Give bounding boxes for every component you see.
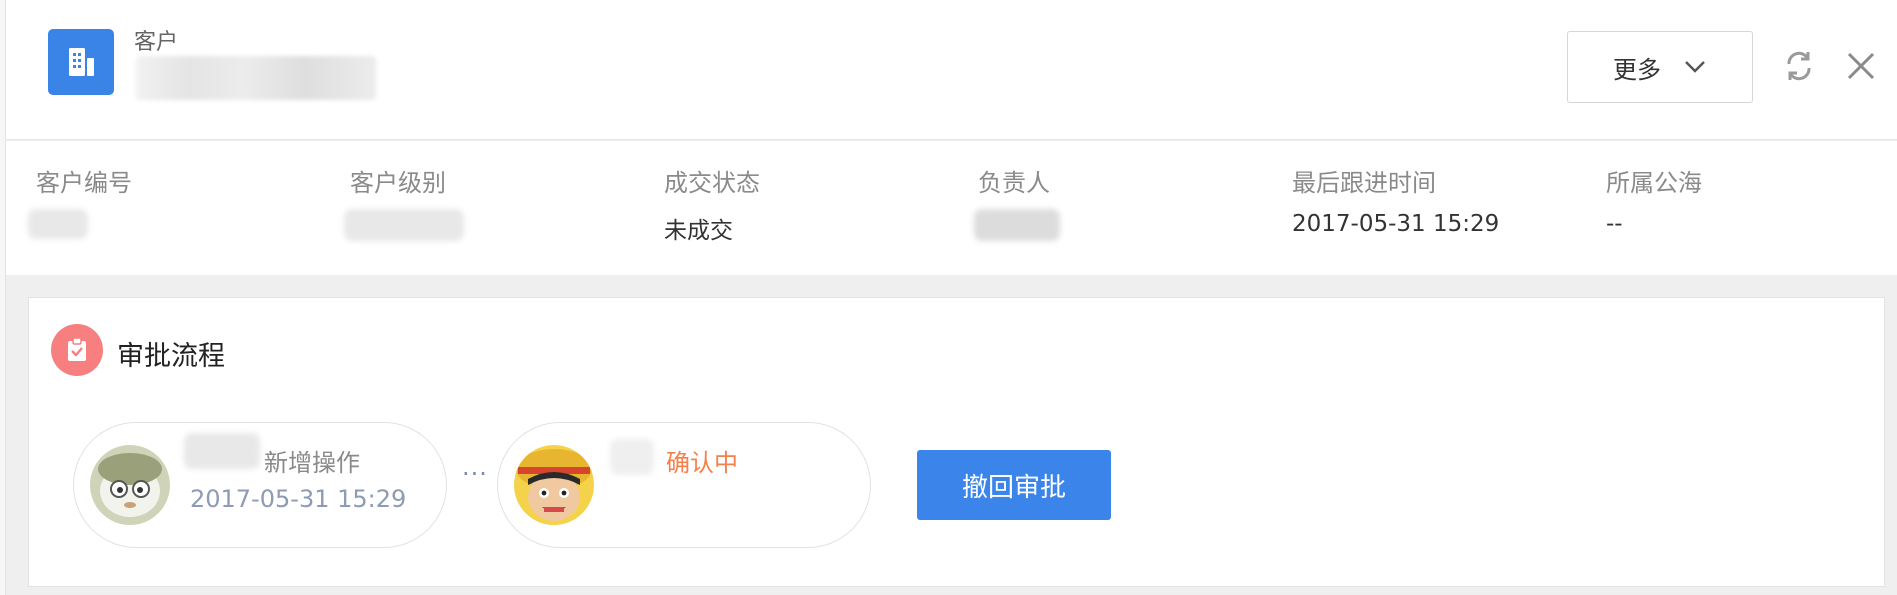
step-action: 新增操作 xyxy=(264,449,360,477)
info-label: 最后跟进时间 xyxy=(1292,169,1436,197)
info-value: 未成交 xyxy=(664,218,733,244)
step-time: 2017-05-31 15:29 xyxy=(190,485,407,513)
info-label: 成交状态 xyxy=(664,169,760,197)
approval-title: 审批流程 xyxy=(117,341,225,372)
redacted-value xyxy=(344,209,464,241)
step-separator: ··· xyxy=(462,460,488,488)
info-label: 客户编号 xyxy=(36,169,132,197)
redacted-value xyxy=(974,209,1060,241)
more-button[interactable]: 更多 xyxy=(1567,31,1753,103)
info-label: 所属公海 xyxy=(1606,169,1702,197)
approval-step-submitted: 新增操作 2017-05-31 15:29 xyxy=(73,422,447,548)
approval-card: 审批流程 新增操作 2017-05-31 15:29 ··· 确认中 撤回审批 xyxy=(28,297,1885,587)
detail-header: 客户 更多 xyxy=(6,0,1897,140)
redacted-value xyxy=(28,209,88,239)
more-button-label: 更多 xyxy=(1613,55,1661,84)
customer-detail-panel: 客户 更多 客户编号 客户级别 成交状态 未成交 负责人 最后跟进时间 2017… xyxy=(6,0,1897,595)
step-status: 确认中 xyxy=(666,449,738,477)
clipboard-check-icon xyxy=(51,324,103,376)
customer-name-redacted xyxy=(136,56,376,100)
revoke-approval-button[interactable]: 撤回审批 xyxy=(917,450,1111,520)
info-value: -- xyxy=(1606,211,1623,237)
refresh-icon[interactable] xyxy=(1781,48,1817,84)
info-value: 2017-05-31 15:29 xyxy=(1292,211,1500,237)
info-label: 客户级别 xyxy=(350,169,446,197)
record-type-label: 客户 xyxy=(134,30,179,55)
avatar xyxy=(514,445,594,525)
redacted-username xyxy=(184,433,260,469)
avatar xyxy=(90,445,170,525)
customer-info-strip: 客户编号 客户级别 成交状态 未成交 负责人 最后跟进时间 2017-05-31… xyxy=(6,141,1897,275)
close-icon[interactable] xyxy=(1845,50,1877,82)
info-label: 负责人 xyxy=(978,169,1050,197)
redacted-username xyxy=(610,439,654,475)
chevron-down-icon xyxy=(1685,61,1705,73)
building-icon xyxy=(48,29,114,95)
approval-step-pending: 确认中 xyxy=(497,422,871,548)
